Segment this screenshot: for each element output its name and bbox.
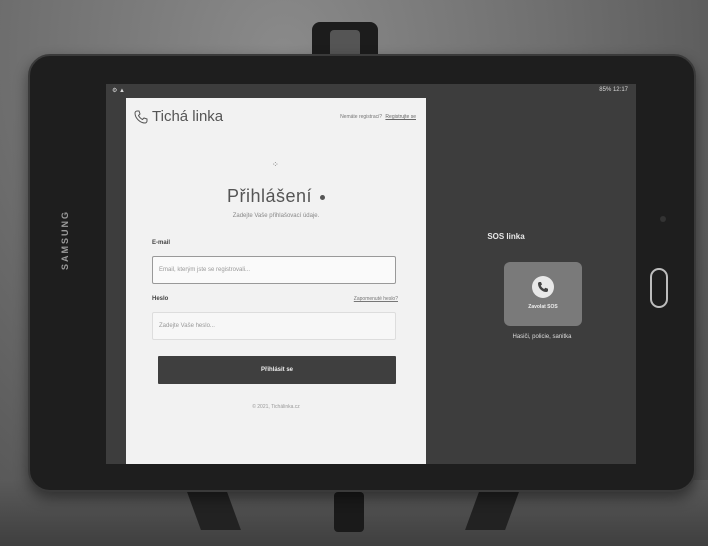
sos-button-label: Zavolat SOS <box>528 304 558 310</box>
register-link[interactable]: Registrujte se <box>385 114 416 120</box>
password-field[interactable]: Zadejte Vaše heslo... <box>152 312 396 340</box>
logo-text: Tichá linka <box>152 108 224 125</box>
loading-dots-icon: ⁘ <box>272 160 279 169</box>
home-button[interactable] <box>650 268 668 308</box>
forgot-password-link[interactable]: Zapomenuté heslo? <box>354 296 398 302</box>
photo-scene: SAMSUNG ⚙ ▲ 85% 12:17 Tichá linka Nemáte… <box>0 0 708 546</box>
tablet-screen: ⚙ ▲ 85% 12:17 Tichá linka Nemáte registr… <box>106 84 636 464</box>
email-field[interactable]: Email, kterým jste se registrovali... <box>152 256 396 284</box>
brand-label: SAMSUNG <box>60 209 70 270</box>
tablet-device: SAMSUNG ⚙ ▲ 85% 12:17 Tichá linka Nemáte… <box>28 54 696 492</box>
sos-title: SOS linka <box>487 232 525 241</box>
email-label: E-mail <box>152 240 171 246</box>
login-button[interactable]: Přihlásit se <box>158 356 396 384</box>
status-battery-time: 85% 12:17 <box>599 87 628 93</box>
sos-description: Hasiči, policie, sanitka <box>512 334 572 340</box>
camera-icon <box>660 216 666 222</box>
stand-hinge <box>334 492 364 532</box>
page-title-text: Přihlášení <box>226 186 313 206</box>
status-bar: ⚙ ▲ 85% 12:17 <box>106 84 636 98</box>
page-subtitle: Zadejte Vaše přihlašovací údaje. <box>232 213 320 219</box>
login-panel: Tichá linka Nemáte registraci? Registruj… <box>126 98 426 464</box>
app-logo[interactable]: Tichá linka <box>134 108 223 125</box>
password-label: Heslo <box>152 296 169 302</box>
sos-call-button[interactable]: Zavolat SOS <box>504 262 582 326</box>
register-row: Nemáte registraci? Registrujte se <box>340 114 416 120</box>
sos-phone-icon <box>532 276 554 298</box>
copyright: © 2021, Tichálinka.cz <box>252 404 300 410</box>
phone-icon <box>134 110 148 124</box>
title-dot-icon <box>320 194 326 200</box>
register-prompt: Nemáte registraci? <box>340 114 383 120</box>
page-title: Přihlášení <box>126 186 426 207</box>
notification-icon: ⚙ ▲ <box>112 88 125 94</box>
